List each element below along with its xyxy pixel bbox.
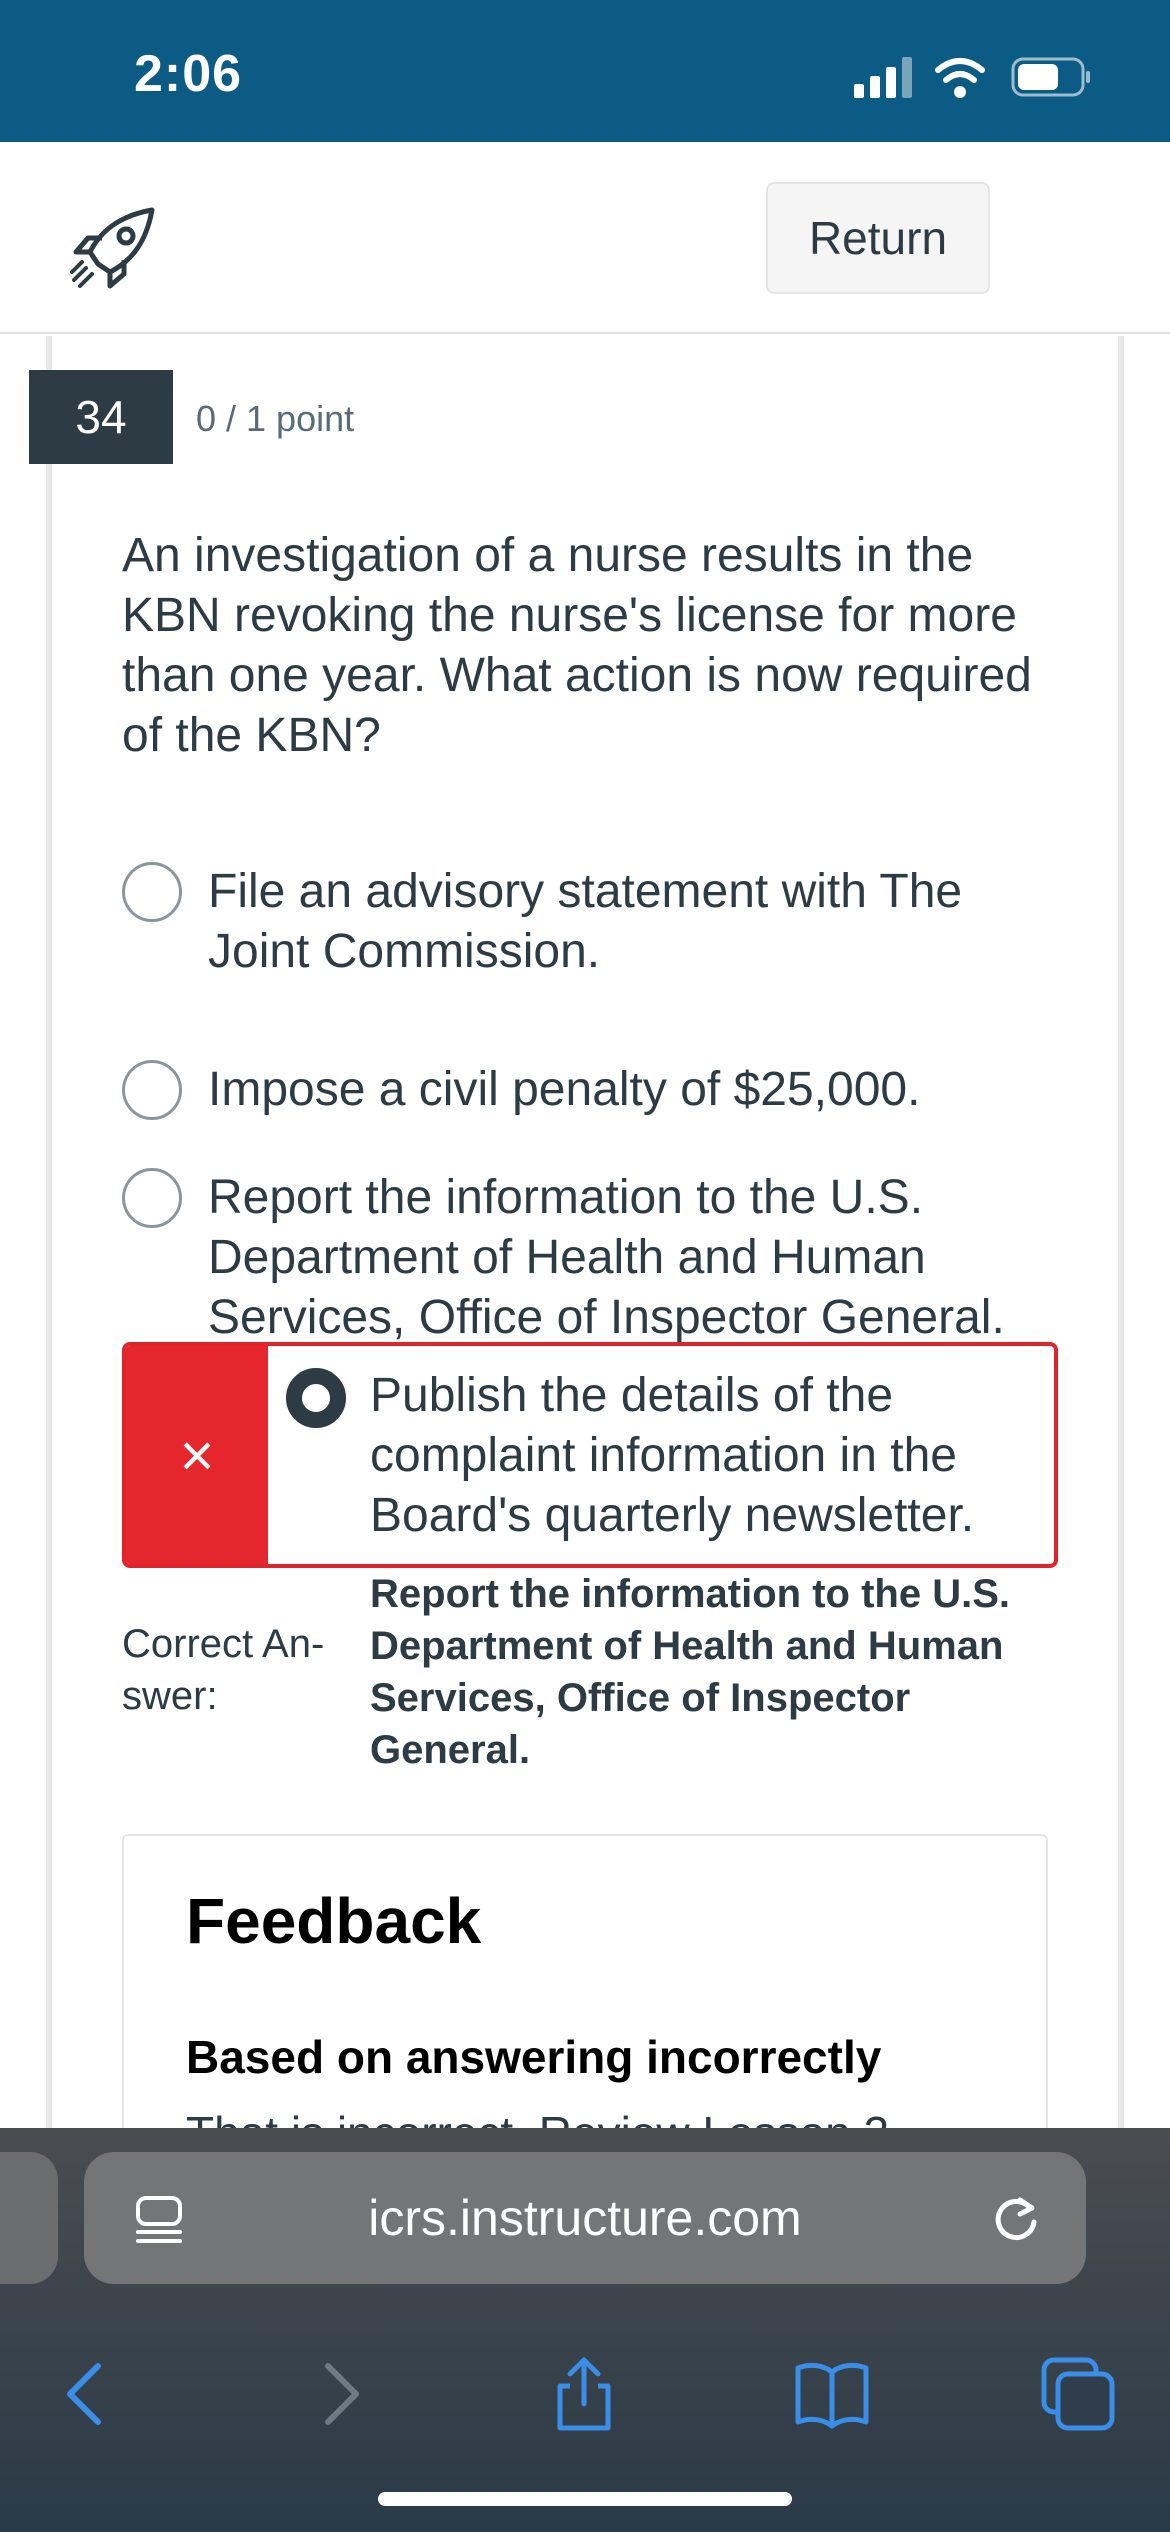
reload-icon[interactable] bbox=[990, 2192, 1044, 2246]
battery-icon bbox=[1011, 57, 1090, 97]
quiz-content: 34 0 / 1 point An investigation of a nur… bbox=[0, 336, 1170, 2128]
previous-tab-stub[interactable] bbox=[0, 2152, 58, 2284]
radio-selected-icon[interactable] bbox=[286, 1368, 346, 1428]
status-bar: 2:06 bbox=[0, 0, 1170, 142]
home-indicator[interactable] bbox=[378, 2492, 792, 2506]
question-points: 0 / 1 point bbox=[196, 398, 355, 439]
url-text: icrs.instructure.com bbox=[368, 2190, 802, 2246]
share-icon[interactable] bbox=[546, 2356, 622, 2432]
bookmarks-icon[interactable] bbox=[794, 2356, 870, 2432]
answer-option-2[interactable]: Impose a civil penalty of $25,000. bbox=[122, 1060, 1028, 1120]
answer-option-label: Report the information to the U.S. Depar… bbox=[208, 1171, 1005, 1344]
answer-option-3[interactable]: Report the information to the U.S. Depar… bbox=[122, 1168, 1028, 1348]
question-text: An investigation of a nurse results in t… bbox=[122, 529, 1032, 762]
radio-icon[interactable] bbox=[122, 1168, 182, 1228]
radio-icon[interactable] bbox=[122, 862, 182, 922]
answer-option-1[interactable]: File an advisory statement with The Join… bbox=[122, 862, 1028, 982]
address-bar[interactable]: icrs.instructure.com bbox=[84, 2152, 1086, 2284]
feedback-title: Feedback bbox=[186, 1885, 482, 1957]
question-number: 34 bbox=[29, 370, 173, 464]
feedback-subtitle: Based on answering incorrectly bbox=[186, 2031, 882, 2083]
rocket-icon[interactable] bbox=[68, 202, 160, 294]
selected-answer-label: Publish the details of the complaint inf… bbox=[370, 1369, 975, 1542]
wifi-icon bbox=[935, 58, 985, 98]
answer-option-label: Impose a civil penalty of $25,000. bbox=[208, 1063, 921, 1116]
selected-answer-incorrect[interactable]: × Publish the details of the complaint i… bbox=[122, 1342, 1058, 1568]
radio-icon[interactable] bbox=[122, 1060, 182, 1120]
tabs-icon[interactable] bbox=[1040, 2356, 1116, 2432]
back-icon[interactable] bbox=[50, 2356, 126, 2432]
feedback-box: Feedback Based on answering incorrectly … bbox=[122, 1834, 1048, 2128]
feedback-text: That is incorrect. Review Lesson 2 bbox=[186, 2106, 889, 2128]
return-button[interactable]: Return bbox=[766, 182, 990, 294]
browser-chrome: icrs.instructure.com bbox=[0, 2128, 1170, 2532]
status-icons bbox=[854, 57, 1090, 98]
browser-toolbar bbox=[0, 2328, 1170, 2458]
cellular-signal-icon bbox=[854, 57, 912, 98]
app-header: Return bbox=[0, 142, 1170, 334]
forward-icon[interactable] bbox=[300, 2356, 376, 2432]
answer-option-label: File an advisory statement with The Join… bbox=[208, 865, 963, 978]
status-time: 2:06 bbox=[134, 45, 243, 103]
correct-answer-label: Correct An-swer: bbox=[122, 1622, 325, 1718]
incorrect-x-icon: × bbox=[126, 1346, 268, 1564]
correct-answer-text: Report the information to the U.S. Depar… bbox=[370, 1572, 1010, 1772]
